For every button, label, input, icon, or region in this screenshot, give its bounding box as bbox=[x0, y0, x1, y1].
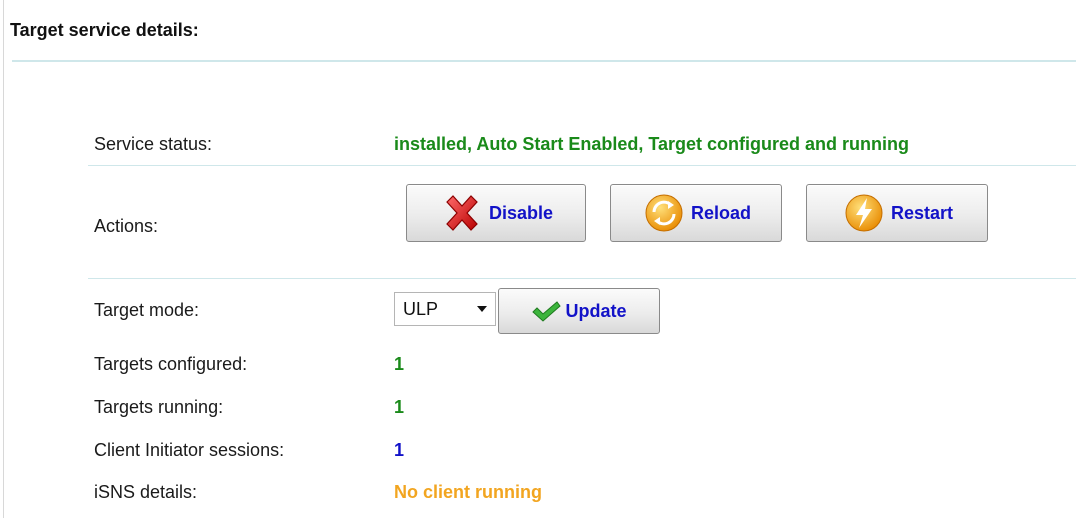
targets-configured-value: 1 bbox=[394, 354, 405, 374]
disable-button-label: Disable bbox=[488, 202, 554, 223]
restart-button-label: Restart bbox=[890, 202, 954, 223]
reload-button[interactable]: Reload bbox=[610, 184, 782, 242]
status-divider bbox=[88, 165, 1076, 166]
lightning-icon bbox=[845, 194, 883, 232]
actions-divider bbox=[88, 278, 1076, 279]
targets-running-value: 1 bbox=[394, 397, 405, 417]
service-status-label: Service status: bbox=[94, 134, 213, 154]
targets-running-label: Targets running: bbox=[94, 397, 224, 417]
update-button[interactable]: Update bbox=[498, 288, 660, 334]
restart-button[interactable]: Restart bbox=[806, 184, 988, 242]
client-sessions-label: Client Initiator sessions: bbox=[94, 440, 285, 460]
reload-icon bbox=[645, 194, 683, 232]
target-mode-label: Target mode: bbox=[94, 300, 200, 320]
red-x-icon bbox=[446, 195, 478, 231]
target-service-panel: Target service details: Service status: … bbox=[0, 0, 1076, 518]
isns-details-value: No client running bbox=[394, 482, 542, 502]
title-divider bbox=[12, 60, 1076, 62]
panel-left-border bbox=[3, 0, 4, 518]
disable-button[interactable]: Disable bbox=[406, 184, 586, 242]
service-status-value: installed, Auto Start Enabled, Target co… bbox=[394, 134, 910, 154]
section-title: Target service details: bbox=[10, 20, 199, 40]
targets-configured-label: Targets configured: bbox=[94, 354, 248, 374]
isns-details-label: iSNS details: bbox=[94, 482, 198, 502]
chevron-down-icon bbox=[477, 306, 487, 312]
target-mode-selected: ULP bbox=[403, 298, 439, 319]
green-check-icon bbox=[532, 301, 562, 322]
update-button-label: Update bbox=[565, 300, 627, 321]
target-mode-select[interactable]: ULP bbox=[394, 292, 496, 326]
reload-button-label: Reload bbox=[690, 202, 751, 223]
client-sessions-value: 1 bbox=[394, 440, 405, 460]
actions-label: Actions: bbox=[94, 216, 159, 236]
